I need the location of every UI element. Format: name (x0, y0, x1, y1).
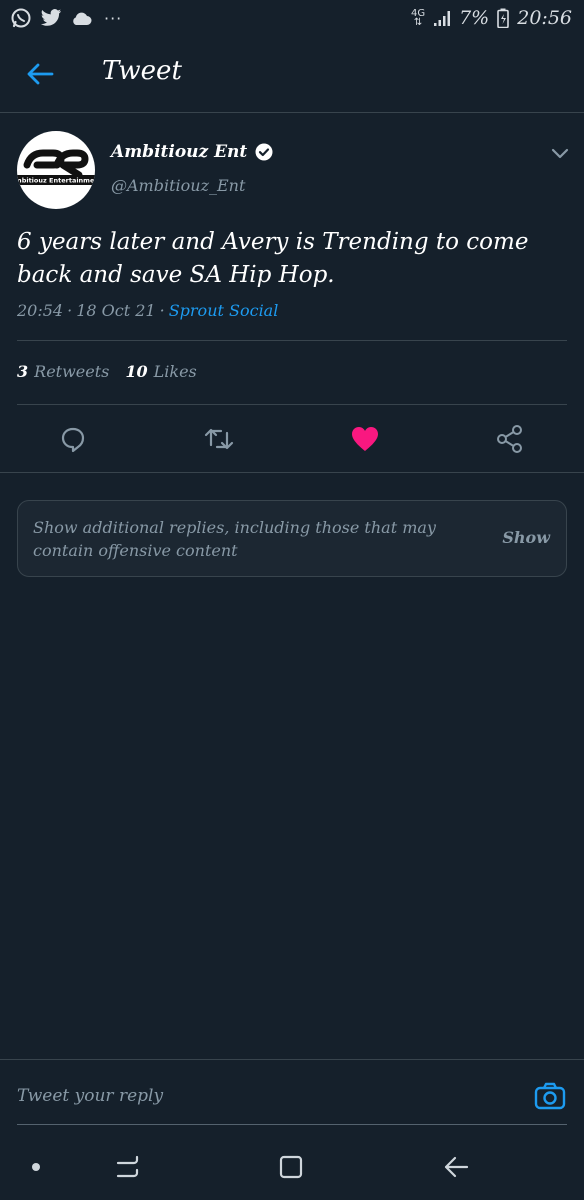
battery-icon (497, 8, 510, 28)
tweet-date: 18 Oct 21 (76, 301, 156, 320)
likes-count: 10 (125, 362, 148, 381)
meta-separator: · (159, 301, 165, 320)
tweet-meta: 20:54 · 18 Oct 21 · Sprout Social (17, 301, 278, 320)
tweet-source-link[interactable]: Sprout Social (169, 301, 279, 320)
status-bar-left: ··· (10, 7, 122, 29)
signal-icon (433, 9, 451, 27)
ambitiouz-logo: Ambitiouz Entertainment (17, 149, 95, 185)
more-notifications-icon: ··· (104, 8, 123, 28)
reply-bar: Tweet your reply (0, 1059, 584, 1125)
tweet-stats: 3 Retweets 10 Likes (17, 362, 197, 381)
retweet-icon (204, 428, 234, 450)
data-arrows-icon: ⇅ (413, 17, 423, 28)
likes-label: Likes (153, 362, 197, 381)
retweets-stat[interactable]: 3 Retweets (17, 362, 109, 381)
share-button[interactable] (493, 423, 527, 455)
nav-dot-button[interactable] (20, 1152, 52, 1182)
tweet-actions (0, 415, 584, 463)
divider (0, 472, 584, 473)
additional-replies-text: Show additional replies, including those… (33, 518, 436, 560)
heart-filled-icon (352, 427, 378, 451)
twitter-icon (40, 8, 62, 28)
retweets-count: 3 (17, 362, 29, 381)
home-button[interactable] (275, 1152, 307, 1182)
author-handle[interactable]: @Ambitiouz_Ent (111, 176, 245, 195)
author-name[interactable]: Ambitiouz Ent (111, 142, 273, 162)
divider (17, 404, 567, 405)
system-navigation-bar (0, 1134, 584, 1200)
show-replies-button[interactable]: Show (502, 528, 550, 547)
recent-apps-icon (116, 1155, 139, 1178)
dot-icon (32, 1163, 40, 1171)
clock: 20:56 (517, 7, 572, 29)
status-bar: ··· 4G ⇅ 7% 20:56 (0, 0, 584, 36)
whatsapp-icon (10, 7, 32, 29)
back-icon (444, 1156, 469, 1178)
network-type: 4G ⇅ (411, 9, 425, 28)
author-name-label: Ambitiouz Ent (111, 142, 248, 162)
back-arrow-icon (27, 63, 54, 85)
cloud-icon (70, 10, 92, 26)
avatar[interactable]: Ambitiouz Entertainment (17, 131, 95, 209)
reply-input[interactable]: Tweet your reply (17, 1086, 163, 1106)
page-title: Tweet (102, 56, 182, 86)
retweet-button[interactable] (202, 423, 236, 455)
back-button[interactable] (24, 60, 56, 88)
share-icon (497, 425, 522, 453)
status-bar-right: 4G ⇅ 7% 20:56 (411, 7, 572, 29)
tweet-time: 20:54 (17, 301, 64, 320)
svg-text:Ambitiouz Entertainment: Ambitiouz Entertainment (17, 177, 95, 185)
recent-apps-button[interactable] (112, 1152, 144, 1182)
reply-button[interactable] (56, 423, 90, 455)
reply-icon (61, 427, 85, 453)
home-icon (279, 1155, 303, 1179)
system-back-button[interactable] (440, 1152, 472, 1182)
battery-percent: 7% (459, 7, 490, 29)
app-bar: Tweet (0, 36, 584, 113)
like-button[interactable] (348, 423, 382, 455)
tweet-options-button[interactable] (548, 143, 572, 163)
retweets-label: Retweets (34, 362, 110, 381)
divider (17, 340, 567, 341)
additional-replies-card[interactable]: Show additional replies, including those… (17, 500, 567, 577)
likes-stat[interactable]: 10 Likes (125, 362, 196, 381)
camera-icon (534, 1082, 566, 1110)
camera-button[interactable] (534, 1080, 566, 1112)
tweet-text: 6 years later and Avery is Trending to c… (17, 229, 529, 288)
meta-separator: · (67, 301, 73, 320)
verified-badge-icon (255, 143, 273, 161)
chevron-down-icon (551, 148, 569, 159)
reply-input-underline (17, 1124, 567, 1125)
